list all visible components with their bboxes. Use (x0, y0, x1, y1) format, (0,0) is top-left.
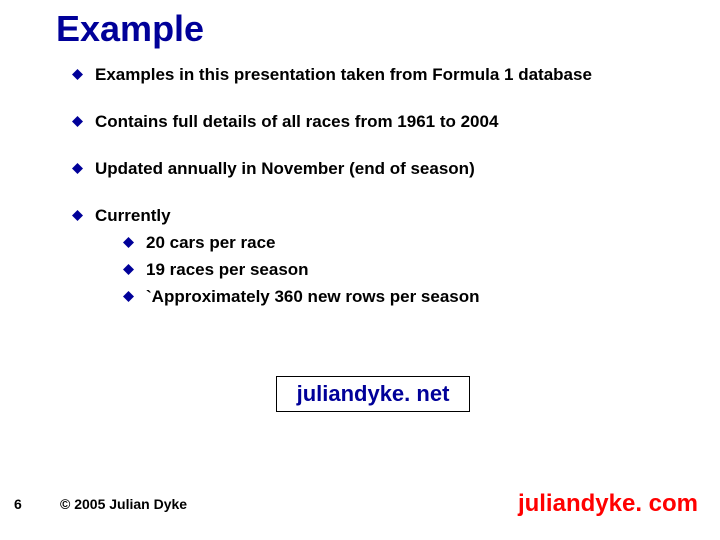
diamond-icon (72, 69, 83, 80)
bullet-text: Contains full details of all races from … (95, 111, 498, 134)
diamond-icon (72, 116, 83, 127)
slide-title: Example (56, 8, 204, 50)
diamond-icon (123, 237, 134, 248)
sub-bullet-text: `Approximately 360 new rows per season (146, 286, 480, 309)
sub-bullet-item: 20 cars per race (123, 232, 480, 255)
sub-bullet-item: `Approximately 360 new rows per season (123, 286, 480, 309)
bullet-body: Currently 20 cars per race 19 races per … (95, 205, 480, 313)
sub-bullet-text: 20 cars per race (146, 232, 276, 255)
sub-bullet-text: 19 races per season (146, 259, 309, 282)
bullet-item: Examples in this presentation taken from… (72, 64, 680, 87)
bullet-item: Updated annually in November (end of sea… (72, 158, 680, 181)
page-number: 6 (14, 496, 22, 512)
diamond-icon (72, 210, 83, 221)
slide-content: Examples in this presentation taken from… (72, 64, 680, 337)
slide: Example Examples in this presentation ta… (0, 0, 720, 540)
footer-site: juliandyke. com (518, 490, 698, 518)
copyright-text: © 2005 Julian Dyke (60, 496, 187, 512)
diamond-icon (123, 264, 134, 275)
bullet-item: Contains full details of all races from … (72, 111, 680, 134)
sub-list: 20 cars per race 19 races per season `Ap… (95, 232, 480, 309)
diamond-icon (72, 163, 83, 174)
boxed-link: juliandyke. net (276, 376, 470, 412)
bullet-text: Currently (95, 206, 171, 225)
bullet-item: Currently 20 cars per race 19 races per … (72, 205, 680, 313)
sub-bullet-item: 19 races per season (123, 259, 480, 282)
bullet-text: Updated annually in November (end of sea… (95, 158, 475, 181)
diamond-icon (123, 291, 134, 302)
bullet-text: Examples in this presentation taken from… (95, 64, 592, 87)
